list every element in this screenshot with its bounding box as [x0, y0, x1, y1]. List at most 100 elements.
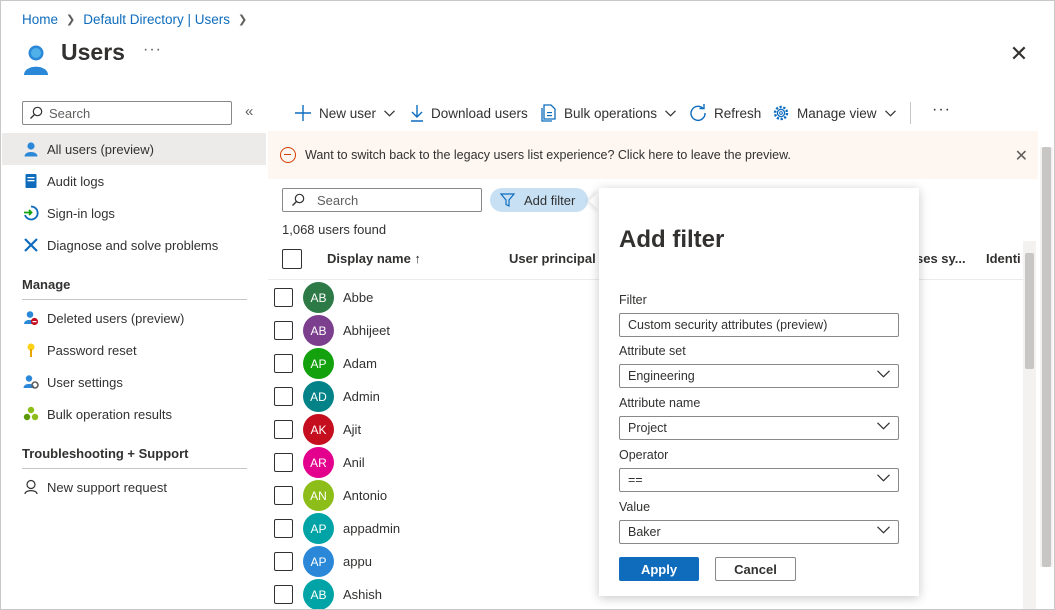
- bulk-operations-button[interactable]: Bulk operations: [541, 102, 676, 124]
- row-checkbox[interactable]: [274, 288, 293, 307]
- sidebar-item-label: Sign-in logs: [47, 205, 115, 221]
- avatar: AK: [303, 414, 334, 445]
- user-display-name[interactable]: Anil: [343, 455, 365, 470]
- close-icon[interactable]: ✕: [1007, 42, 1031, 66]
- row-checkbox[interactable]: [274, 519, 293, 538]
- chevron-down-icon: [877, 526, 890, 534]
- divider: [22, 468, 247, 469]
- sidebar-item-new-support-request[interactable]: New support request: [2, 471, 266, 503]
- user-display-name[interactable]: Ajit: [343, 422, 361, 437]
- sidebar-item-audit-logs[interactable]: Audit logs: [2, 165, 266, 197]
- sidebar-item-password-reset[interactable]: Password reset: [2, 334, 266, 366]
- row-checkbox[interactable]: [274, 420, 293, 439]
- sidebar-item-bulk-results[interactable]: Bulk operation results: [2, 398, 266, 430]
- sidebar-item-label: All users (preview): [47, 141, 154, 157]
- sidebar-item-label: Bulk operation results: [47, 406, 173, 422]
- sidebar-search-input[interactable]: [49, 105, 219, 121]
- avatar: AP: [303, 513, 334, 544]
- column-header-identities[interactable]: Identi: [986, 251, 1021, 266]
- column-header-upn[interactable]: User principal n: [509, 251, 607, 266]
- sidebar-item-label: Password reset: [47, 342, 137, 358]
- more-options-icon[interactable]: ···: [143, 41, 162, 59]
- list-search-input[interactable]: [317, 192, 477, 208]
- row-checkbox[interactable]: [274, 486, 293, 505]
- new-user-button[interactable]: New user: [294, 102, 395, 124]
- user-display-name[interactable]: Abhijeet: [343, 323, 390, 338]
- manage-view-label: Manage view: [797, 105, 877, 121]
- value-dropdown[interactable]: Baker: [619, 520, 899, 544]
- user-display-name[interactable]: Adam: [343, 356, 377, 371]
- attribute-set-label: Attribute set: [619, 344, 686, 358]
- support-person-icon: [22, 478, 40, 496]
- sidebar-item-all-users[interactable]: All users (preview): [2, 133, 266, 165]
- download-users-label: Download users: [431, 105, 528, 121]
- user-display-name[interactable]: appu: [343, 554, 372, 569]
- chevron-down-icon: [884, 109, 896, 117]
- column-header-display-name[interactable]: Display name ↑: [327, 251, 421, 266]
- filter-field[interactable]: Custom security attributes (preview): [619, 313, 899, 337]
- chevron-down-icon: [665, 109, 676, 117]
- user-display-name[interactable]: Abbe: [343, 290, 373, 305]
- scrollbar-thumb[interactable]: [1025, 253, 1034, 369]
- avatar: AP: [303, 348, 334, 379]
- scrollbar-thumb[interactable]: [1042, 147, 1051, 567]
- search-icon: [30, 106, 43, 119]
- avatar: AP: [303, 546, 334, 577]
- add-filter-panel: Add filter Filter Custom security attrib…: [599, 188, 919, 596]
- users-icon: [24, 45, 48, 75]
- row-checkbox[interactable]: [274, 585, 293, 604]
- gear-icon: [772, 104, 790, 122]
- sidebar-item-label: Diagnose and solve problems: [47, 237, 219, 253]
- download-users-button[interactable]: Download users: [410, 102, 528, 124]
- list-scrollbar[interactable]: [1023, 241, 1036, 609]
- collapse-sidebar-icon[interactable]: «: [245, 103, 253, 120]
- sidebar-item-sign-in-logs[interactable]: Sign-in logs: [2, 197, 266, 229]
- attribute-name-dropdown[interactable]: Project: [619, 416, 899, 440]
- value-label: Value: [619, 500, 651, 514]
- user-display-name[interactable]: Admin: [343, 389, 380, 404]
- sidebar-item-deleted-users[interactable]: Deleted users (preview): [2, 302, 266, 334]
- refresh-button[interactable]: Refresh: [689, 102, 761, 124]
- more-options-icon[interactable]: ···: [932, 101, 951, 119]
- user-display-name[interactable]: appadmin: [343, 521, 400, 536]
- avatar: AB: [303, 282, 334, 313]
- avatar: AB: [303, 315, 334, 346]
- add-filter-button[interactable]: Add filter: [490, 188, 588, 212]
- bulk-operations-icon: [541, 104, 557, 122]
- banner-text[interactable]: Want to switch back to the legacy users …: [305, 148, 791, 162]
- row-checkbox[interactable]: [274, 552, 293, 571]
- manage-view-button[interactable]: Manage view: [772, 102, 896, 124]
- row-checkbox[interactable]: [274, 321, 293, 340]
- breadcrumb-home[interactable]: Home: [22, 12, 58, 27]
- select-all-checkbox[interactable]: [282, 249, 302, 269]
- breadcrumb-directory[interactable]: Default Directory | Users: [83, 12, 230, 27]
- bulk-operations-label: Bulk operations: [564, 105, 658, 121]
- row-checkbox[interactable]: [274, 354, 293, 373]
- row-checkbox[interactable]: [274, 453, 293, 472]
- sidebar-item-label: Deleted users (preview): [47, 310, 185, 326]
- cancel-button[interactable]: Cancel: [715, 557, 796, 581]
- column-header-on-prem-sync[interactable]: ses sy...: [916, 251, 966, 266]
- sidebar-item-user-settings[interactable]: User settings: [2, 366, 266, 398]
- preview-banner[interactable]: Want to switch back to the legacy users …: [268, 131, 1038, 179]
- plus-icon: [294, 104, 312, 122]
- attribute-name-value: Project: [628, 421, 667, 435]
- attribute-set-dropdown[interactable]: Engineering: [619, 364, 899, 388]
- chevron-down-icon: [384, 109, 395, 117]
- sidebar-item-diagnose[interactable]: Diagnose and solve problems: [2, 229, 266, 261]
- user-display-name[interactable]: Ashish: [343, 587, 382, 602]
- avatar: AN: [303, 480, 334, 511]
- close-icon[interactable]: ✕: [1015, 146, 1028, 166]
- user-display-name[interactable]: Antonio: [343, 488, 387, 503]
- operator-dropdown[interactable]: ==: [619, 468, 899, 492]
- add-filter-label: Add filter: [524, 192, 576, 208]
- row-checkbox[interactable]: [274, 387, 293, 406]
- page-scrollbar[interactable]: [1040, 147, 1053, 567]
- list-search[interactable]: [282, 188, 482, 212]
- chevron-down-icon: [877, 474, 890, 482]
- avatar: AB: [303, 579, 334, 609]
- refresh-icon: [689, 104, 707, 122]
- apply-button[interactable]: Apply: [619, 557, 699, 581]
- wrench-icon: [22, 236, 40, 254]
- sidebar-search[interactable]: [22, 101, 232, 125]
